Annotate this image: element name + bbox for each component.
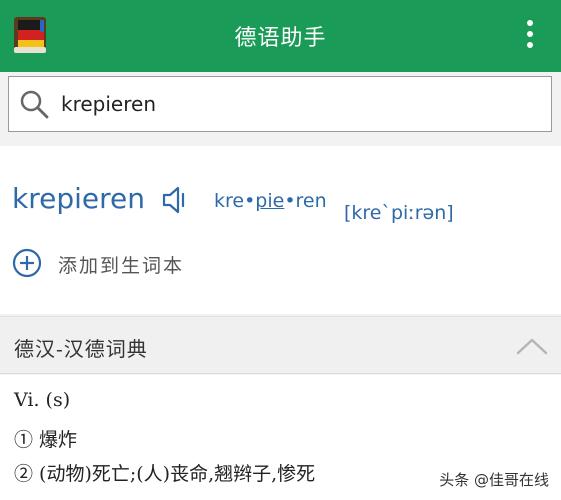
search-input[interactable] bbox=[61, 85, 531, 123]
dictionary-section-header[interactable]: 德汉-汉德词典 bbox=[0, 316, 561, 374]
more-vert-icon[interactable] bbox=[525, 20, 535, 52]
part-of-speech: Vi. (s) bbox=[14, 389, 71, 411]
headword: krepieren bbox=[12, 182, 145, 215]
app-bar: 德语助手 bbox=[0, 0, 561, 72]
dictionary-title: 德汉-汉德词典 bbox=[14, 337, 148, 361]
definition-card: Vi. (s) ① 爆炸 ② (动物)死亡;(人)丧命,翘辫子,惨死 头条 @佳… bbox=[0, 375, 561, 500]
speaker-icon[interactable] bbox=[160, 184, 192, 216]
add-circle-icon[interactable] bbox=[12, 248, 42, 278]
stressed-syllable: pie bbox=[255, 190, 285, 212]
search-field[interactable] bbox=[8, 76, 552, 132]
definition-item: ① 爆炸 bbox=[14, 429, 78, 451]
word-entry-card: krepieren kre•pie•ren [kre`piːrən] 添加到生词… bbox=[0, 146, 561, 314]
syllabification: kre•pie•ren bbox=[214, 190, 327, 212]
add-to-vocab-label: 添加到生词本 bbox=[58, 255, 185, 277]
search-icon[interactable] bbox=[19, 89, 49, 119]
ipa-pronunciation: [kre`piːrən] bbox=[344, 202, 454, 224]
app-title: 德语助手 bbox=[234, 26, 327, 51]
definition-item: ② (动物)死亡;(人)丧命,翘辫子,惨死 bbox=[14, 463, 316, 485]
chevron-up-icon[interactable] bbox=[515, 335, 549, 357]
watermark: 头条 @佳哥在线 bbox=[439, 471, 549, 489]
syllable-after: •ren bbox=[284, 190, 327, 212]
search-bar bbox=[0, 72, 561, 144]
syllable-before: kre• bbox=[214, 190, 256, 212]
